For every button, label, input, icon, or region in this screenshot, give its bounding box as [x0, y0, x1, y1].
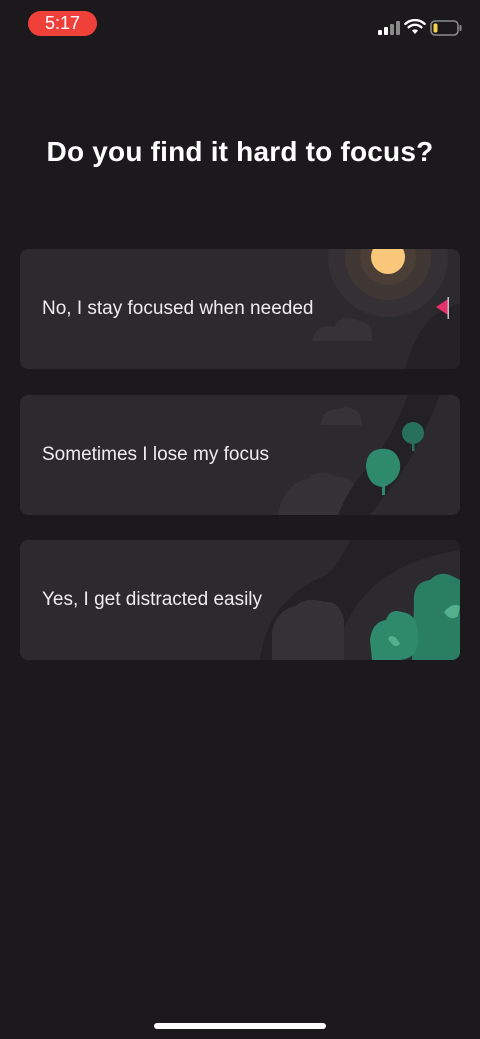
- wifi-icon: [404, 19, 426, 34]
- option-card-stay-focused[interactable]: No, I stay focused when needed: [20, 249, 460, 369]
- option-card-sometimes-lose-focus[interactable]: Sometimes I lose my focus: [20, 395, 460, 515]
- status-bar: 5:17: [0, 0, 480, 48]
- option-label: Sometimes I lose my focus: [42, 444, 270, 465]
- home-indicator[interactable]: [154, 1023, 326, 1029]
- option-card-distracted-easily[interactable]: Yes, I get distracted easily: [20, 540, 460, 660]
- option-label: No, I stay focused when needed: [42, 298, 314, 319]
- status-time: 5:17: [28, 11, 97, 36]
- cellular-signal-icon: [378, 21, 400, 35]
- option-label: Yes, I get distracted easily: [42, 589, 263, 610]
- battery-icon: [430, 20, 462, 36]
- page-title: Do you find it hard to focus?: [46, 136, 434, 167]
